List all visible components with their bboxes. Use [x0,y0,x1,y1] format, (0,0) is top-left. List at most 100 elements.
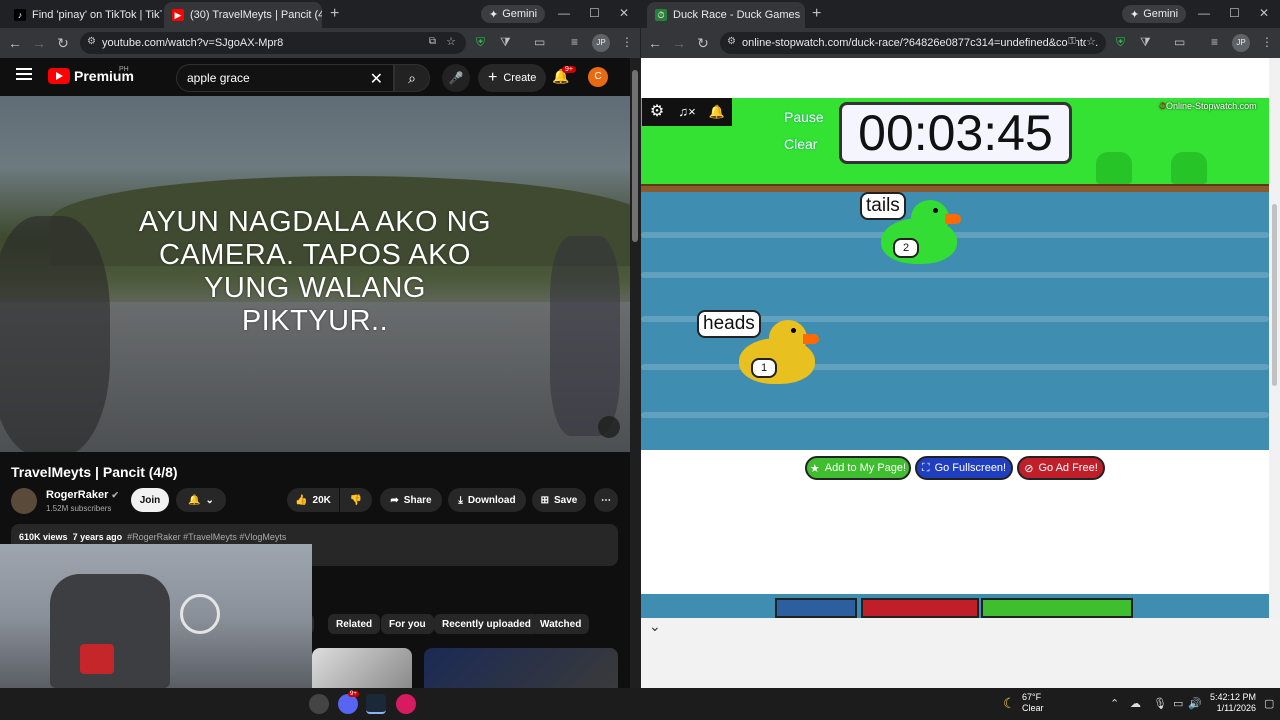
page-scrollbar[interactable] [1269,58,1280,618]
close-window-icon[interactable]: ✕ [619,6,629,20]
hamburger-menu-icon[interactable] [16,68,32,80]
tray-chevron-up-icon[interactable]: ⌃ [1110,697,1119,710]
weather-widget[interactable]: 67°F Clear [1022,692,1044,714]
password-key-icon[interactable]: ⚿ [1068,36,1076,47]
settings-gear-icon[interactable]: ⚙ [642,98,672,126]
scrollbar-thumb[interactable] [632,70,638,242]
notifications-icon[interactable]: ▢ [1264,697,1274,710]
more-actions-icon[interactable]: ⋯ [594,488,618,512]
chevron-down-icon[interactable]: ⌄ [649,618,661,635]
duck-racer: 1 [739,320,823,390]
channel-avatar[interactable] [11,488,37,514]
bookmark-star-icon[interactable]: ☆ [446,35,456,48]
microphone-icon[interactable]: 🎤 [442,64,470,92]
subscribe-bell-button[interactable]: 🔔 ⌄ [176,488,226,512]
bottom-blue-button[interactable] [775,598,857,618]
shield-icon[interactable]: ⛨ [476,35,485,50]
close-window-icon[interactable]: ✕ [1259,6,1269,20]
forward-icon[interactable]: → [27,35,51,51]
media-control-icon[interactable]: ≡ [571,35,578,49]
network-icon[interactable]: ▭ [1173,697,1183,710]
gemini-button[interactable]: ✦ Gemini [481,5,546,23]
media-control-icon[interactable]: ≡ [1211,35,1218,49]
system-clock[interactable]: 5:42:12 PM 1/11/2026 [1210,692,1256,714]
tab-youtube[interactable]: ▶ (30) TravelMeyts | Pancit (4/ 🔊 ✕ [164,2,322,28]
clear-button[interactable]: Clear [784,136,817,152]
video-thumbnail[interactable] [312,648,412,688]
site-info-icon[interactable]: ⚙ [727,36,736,47]
menu-kebab-icon[interactable]: ⋮ [621,35,633,49]
back-icon[interactable]: ← [3,35,27,51]
maximize-icon[interactable]: ☐ [589,6,600,20]
duck-racer: 2 [881,200,965,270]
join-button[interactable]: Join [131,488,169,512]
address-bar[interactable]: ⚙ online-stopwatch.com/duck-race/?64826e… [720,32,1106,54]
chip-for-you[interactable]: For you [381,614,434,634]
video-player[interactable]: AYUN NAGDALA AKO NG CAMERA. TAPOS AKO YU… [0,96,630,452]
tab-tiktok[interactable]: ♪ Find 'pinay' on TikTok | TikTok S ✕ [6,2,162,28]
tab-search-icon[interactable]: ▭ [534,35,545,49]
forward-icon[interactable]: → [667,35,691,51]
cloud-sync-icon[interactable]: ☁ [1130,697,1141,710]
shield-icon[interactable]: ⛨ [1116,35,1125,50]
clear-search-icon[interactable]: ✕ [370,69,383,89]
water-wave [641,272,1269,278]
share-button[interactable]: ➦ Share [380,488,442,512]
bookmark-star-icon[interactable]: ☆ [1086,35,1096,48]
sound-bell-icon[interactable]: 🔔 [702,98,732,126]
tab-duck-race[interactable]: ⏱ Duck Race - Duck Games ✕ [647,2,805,28]
steam-icon[interactable] [366,694,386,714]
bottom-red-button[interactable] [861,598,979,618]
extensions-icon[interactable]: ⧩ [1140,35,1151,50]
search-input[interactable]: apple grace ✕ [176,64,394,92]
profile-avatar[interactable]: JP [1232,34,1250,52]
online-stopwatch-logo[interactable]: ⏱Online-Stopwatch.com [1159,101,1257,112]
profile-avatar[interactable]: JP [592,34,610,52]
notification-badge: 9+ [562,66,576,73]
maximize-icon[interactable]: ☐ [1229,6,1240,20]
minimize-icon[interactable]: — [1198,6,1210,20]
scrollbar-thumb[interactable] [1272,204,1277,386]
video-thumbnail[interactable] [424,648,618,688]
pause-button[interactable]: Pause [784,109,824,125]
go-fullscreen-button[interactable]: ⛶ Go Fullscreen! [915,456,1013,480]
search-icon[interactable]: ⌕ [394,64,430,92]
chip-recently-uploaded[interactable]: Recently uploaded [434,614,539,634]
account-avatar[interactable]: C [588,67,608,87]
download-button[interactable]: ⤓ Download [448,488,526,512]
discord-icon[interactable] [338,694,358,714]
bottom-green-button[interactable] [981,598,1133,618]
tab-search-icon[interactable]: ▭ [1174,35,1185,49]
weather-moon-icon[interactable]: ☾ [1003,695,1016,712]
add-to-my-page-button[interactable]: ★ Add to My Page! [805,456,911,480]
music-mute-icon[interactable]: ♫× [672,98,702,126]
back-icon[interactable]: ← [643,35,667,51]
cast-icon[interactable]: ⧉ [429,36,436,47]
menu-kebab-icon[interactable]: ⋮ [1261,35,1273,49]
reload-icon[interactable]: ↻ [51,35,75,52]
save-button[interactable]: ⊞ Save [532,488,586,512]
like-button[interactable]: 👍 20K [287,488,339,512]
site-info-icon[interactable]: ⚙ [87,36,96,47]
channel-name[interactable]: RogerRaker ✔ [46,489,119,501]
new-tab-icon[interactable]: + [330,5,339,23]
dislike-button[interactable]: 👎 [340,488,372,512]
chip-watched[interactable]: Watched [532,614,590,634]
reload-icon[interactable]: ↻ [691,35,715,52]
hashtags[interactable]: #RogerRaker #TravelMeyts #VlogMeyts [127,532,286,542]
page-scrollbar[interactable] [630,58,640,688]
gemini-button[interactable]: ✦ Gemini [1122,5,1187,23]
chip-related[interactable]: Related [328,614,381,634]
new-tab-icon[interactable]: + [812,5,821,23]
volume-icon[interactable]: 🔊 [1188,697,1202,710]
create-button[interactable]: + Create [478,64,547,92]
app-icon[interactable] [309,694,329,714]
minimize-icon[interactable]: — [558,6,570,20]
extensions-icon[interactable]: ⧩ [500,35,511,50]
microphone-tray-icon[interactable]: 🎙 [1153,697,1167,710]
media-player-icon[interactable] [396,694,416,714]
windows-taskbar: 9+ ☾ 67°F Clear ⌃ ☁ 🎙 ▭ 🔊 5:42:12 PM 1/1… [0,688,1280,720]
address-bar[interactable]: ⚙ youtube.com/watch?v=SJgoAX-Mpr8 ⧉ ☆ [80,32,466,54]
channel-watermark[interactable] [598,416,620,438]
go-ad-free-button[interactable]: ⊘ Go Ad Free! [1017,456,1105,480]
